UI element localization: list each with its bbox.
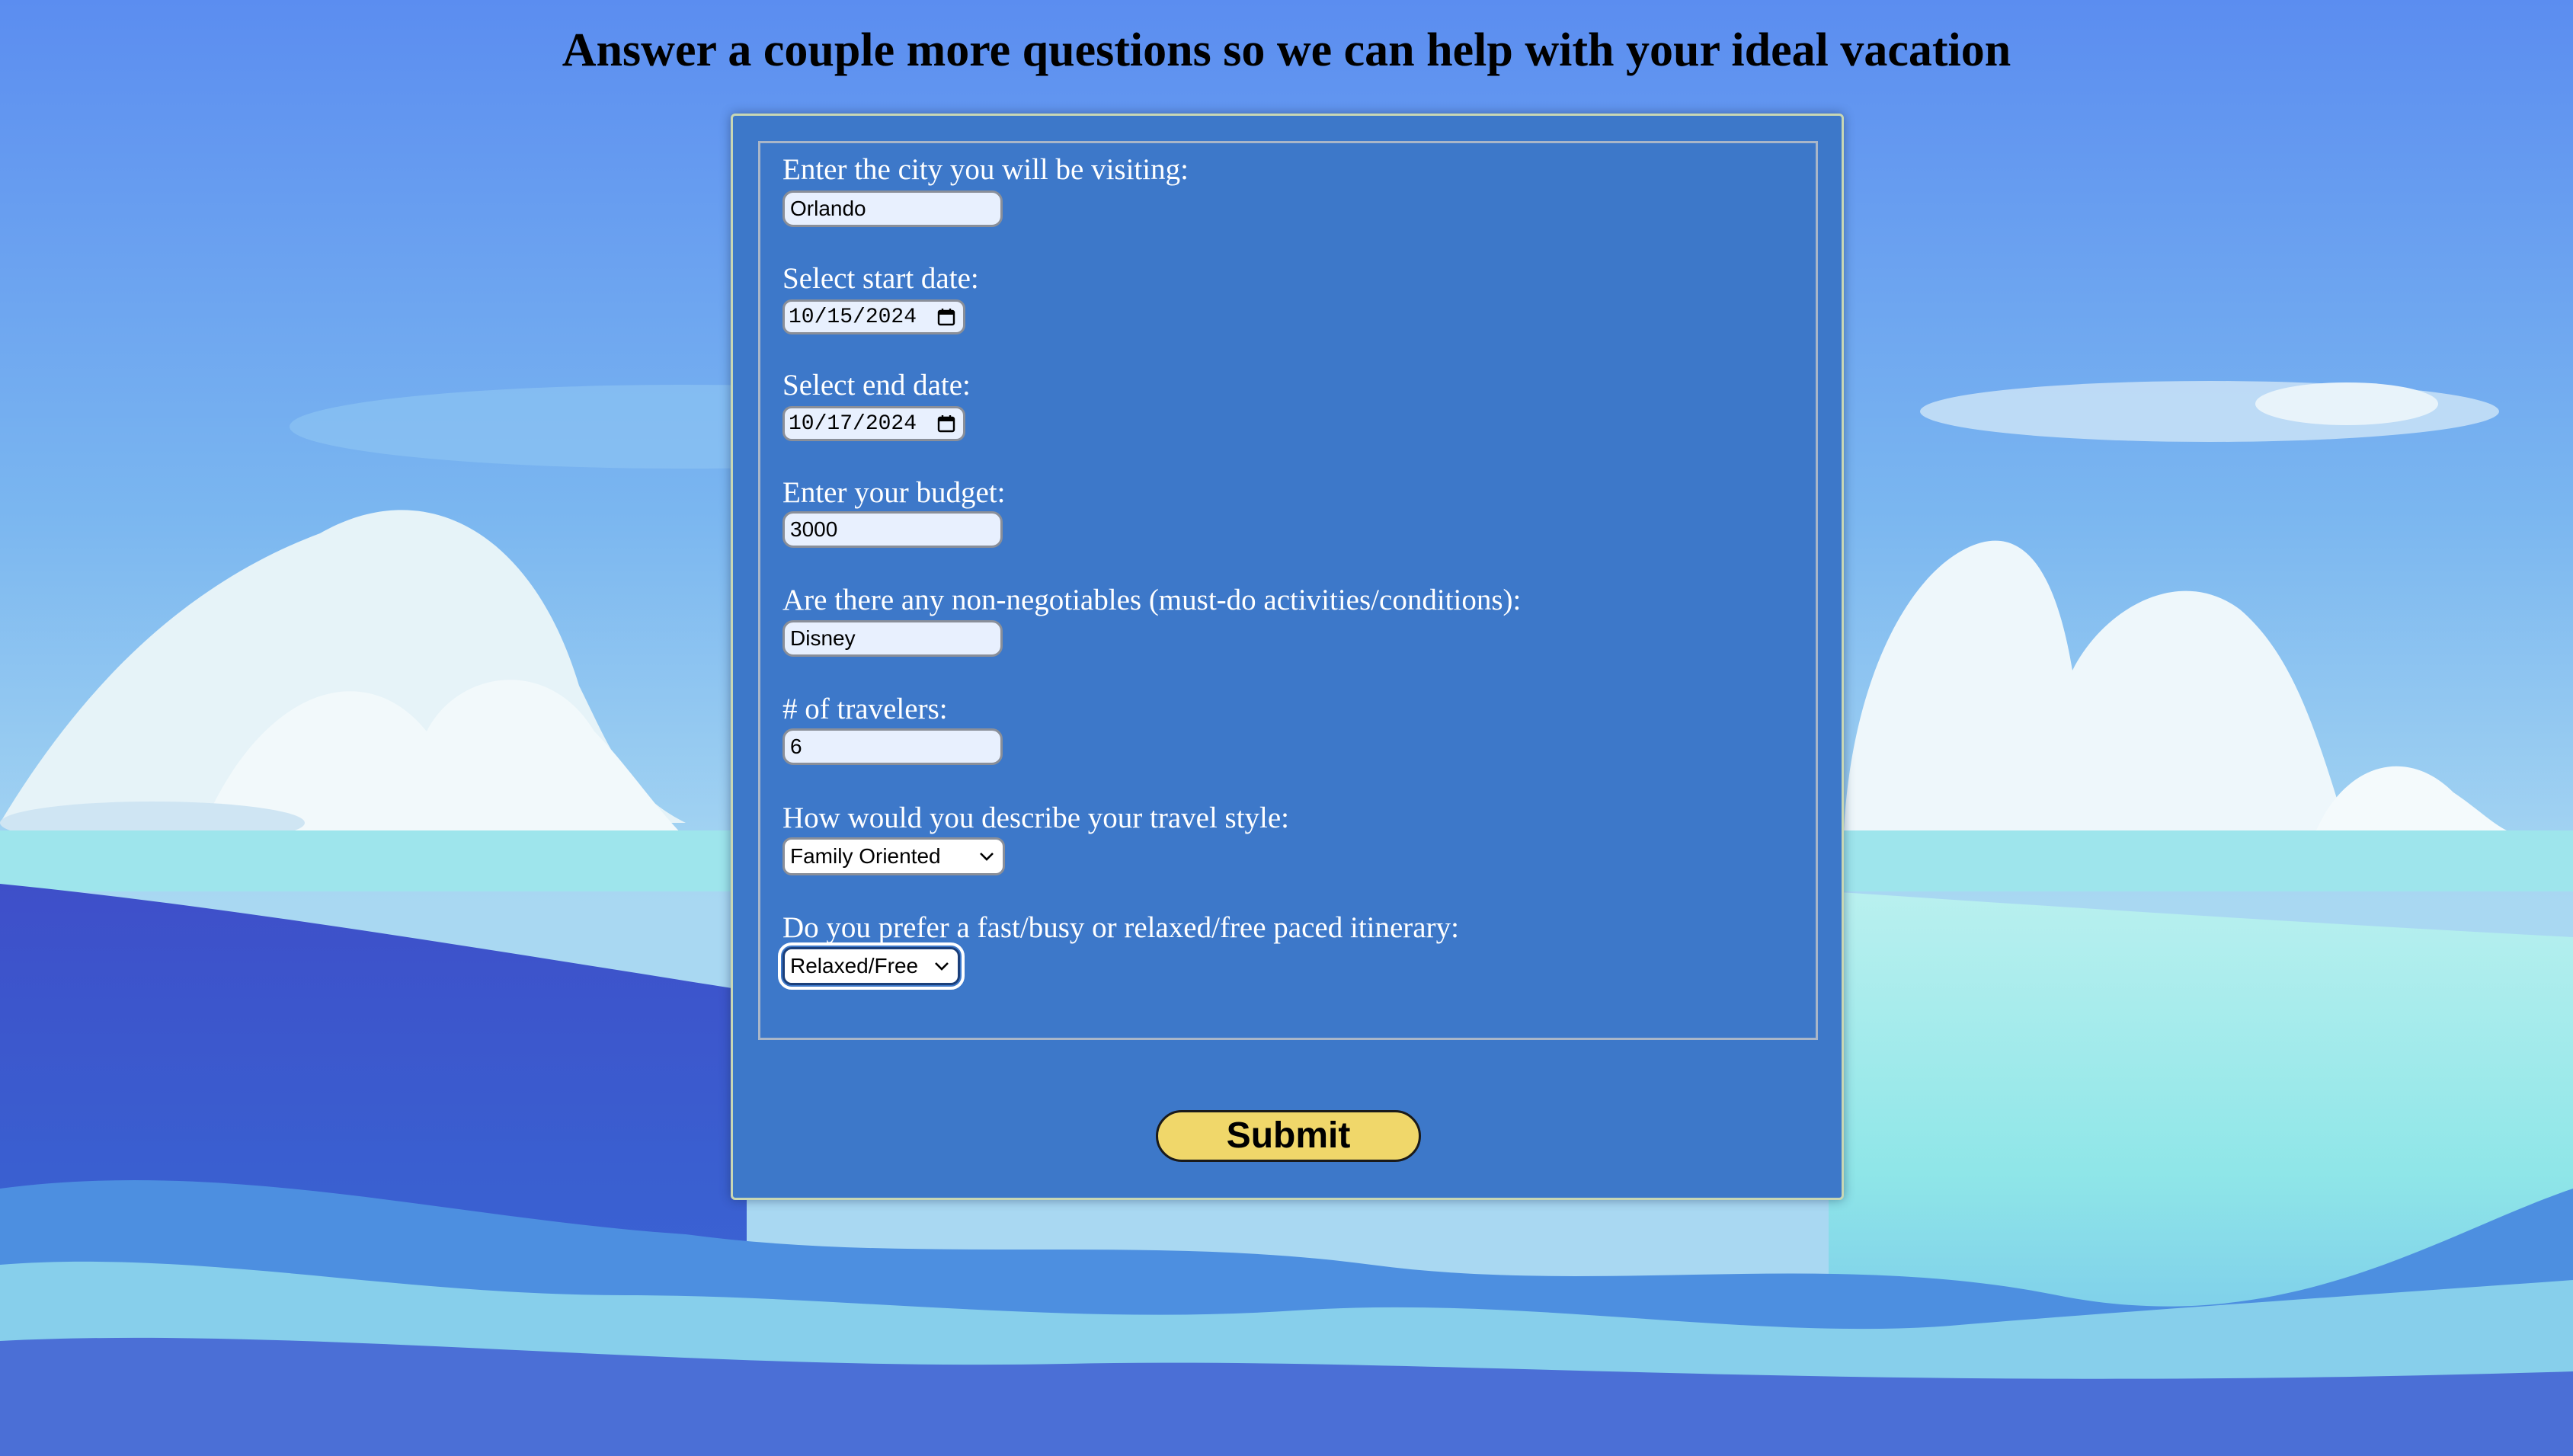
vacation-form-panel: Enter the city you will be visiting: Sel… (731, 114, 1844, 1200)
chevron-down-icon (980, 853, 994, 861)
start-date-value: 10/15/2024 (789, 305, 917, 329)
travel-style-select[interactable]: Family Oriented (782, 837, 1005, 875)
start-date-label: Select start date: (782, 262, 979, 295)
end-date-value: 10/17/2024 (789, 411, 917, 436)
city-input[interactable] (782, 190, 1003, 227)
calendar-icon[interactable] (937, 308, 955, 326)
end-date-label: Select end date: (782, 369, 971, 402)
pace-select[interactable]: Relaxed/Free (778, 942, 965, 990)
pace-selected: Relaxed/Free (790, 954, 919, 978)
form-fieldset: Enter the city you will be visiting: Sel… (758, 141, 1818, 1040)
page-title: Answer a couple more questions so we can… (562, 24, 2011, 76)
end-date-input[interactable]: 10/17/2024 (782, 406, 965, 441)
travel-style-label: How would you describe your travel style… (782, 802, 1290, 834)
city-label: Enter the city you will be visiting: (782, 153, 1189, 186)
budget-input[interactable] (782, 511, 1003, 548)
chevron-down-icon (935, 962, 949, 971)
non-negotiables-input[interactable] (782, 620, 1003, 657)
travelers-label: # of travelers: (782, 693, 948, 725)
travelers-input[interactable] (782, 728, 1003, 765)
pace-label: Do you prefer a fast/busy or relaxed/fre… (782, 911, 1459, 944)
submit-button[interactable]: Submit (1156, 1110, 1421, 1162)
calendar-icon[interactable] (937, 414, 955, 433)
travel-style-selected: Family Oriented (790, 844, 941, 868)
budget-label: Enter your budget: (782, 476, 1006, 509)
start-date-input[interactable]: 10/15/2024 (782, 299, 965, 334)
non-negotiables-label: Are there any non-negotiables (must-do a… (782, 584, 1522, 616)
